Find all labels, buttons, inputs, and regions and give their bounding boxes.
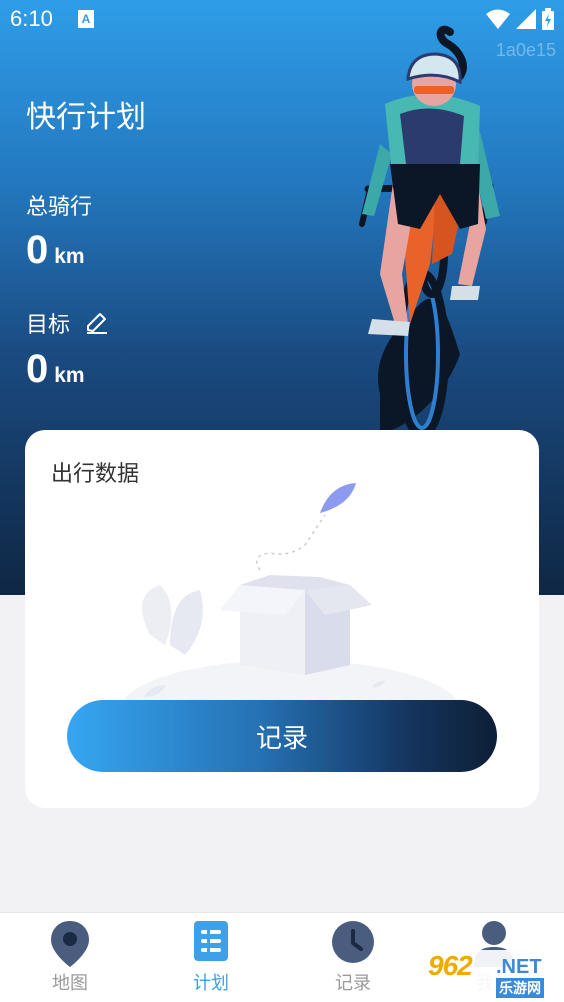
watermark-logo: 962 .NET 乐游网 bbox=[424, 950, 558, 998]
plan-list-icon bbox=[194, 921, 228, 961]
tab-plan[interactable]: 计划 bbox=[151, 913, 271, 1002]
logo-net: .NET bbox=[496, 956, 542, 978]
tab-label-records: 记录 bbox=[335, 973, 371, 994]
map-pin-icon bbox=[51, 921, 89, 967]
goal-unit: km bbox=[54, 364, 85, 387]
trip-data-card: 出行数据 记录 bbox=[25, 430, 539, 808]
status-time: 6:10 bbox=[10, 6, 53, 31]
edit-pencil-icon[interactable] bbox=[84, 310, 110, 336]
goal-value: 0 km bbox=[26, 347, 85, 392]
goal-label: 目标 bbox=[26, 313, 71, 338]
record-button[interactable]: 记录 bbox=[67, 700, 497, 772]
total-ride-value: 0 km bbox=[26, 228, 85, 273]
tab-map[interactable]: 地图 bbox=[10, 913, 130, 1002]
goal-row: 目标 bbox=[26, 307, 110, 339]
logo-sub: 乐游网 bbox=[496, 978, 544, 998]
tab-records[interactable]: 记录 bbox=[293, 913, 413, 1002]
cyclist-illustration bbox=[359, 25, 500, 434]
page-title: 快行计划 bbox=[26, 100, 146, 135]
tab-label-plan: 计划 bbox=[193, 973, 229, 994]
total-ride-unit: km bbox=[54, 245, 85, 268]
total-ride-number: 0 bbox=[26, 228, 49, 272]
notification-icon: A bbox=[78, 10, 94, 28]
empty-box-illustration bbox=[120, 483, 460, 705]
total-ride-label: 总骑行 bbox=[26, 195, 93, 220]
goal-number: 0 bbox=[26, 347, 49, 391]
logo-number: 962 bbox=[428, 950, 473, 981]
tab-label-map: 地图 bbox=[52, 973, 88, 994]
clock-icon bbox=[332, 921, 374, 963]
